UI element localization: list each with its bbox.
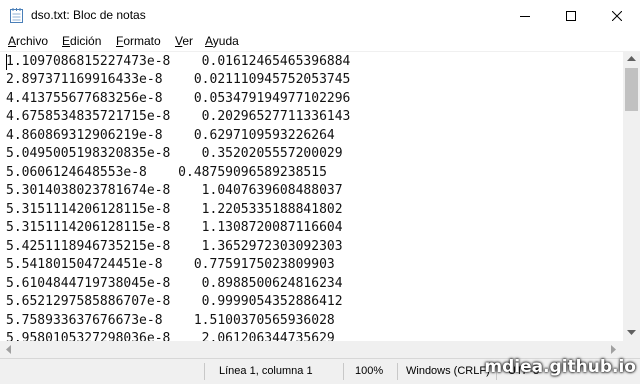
horizontal-scrollbar[interactable] bbox=[0, 341, 623, 358]
scroll-right-icon[interactable] bbox=[611, 345, 617, 354]
menu-edicion-accel: E bbox=[62, 34, 71, 48]
status-divider bbox=[343, 363, 344, 380]
menu-archivo-accel: A bbox=[8, 34, 17, 48]
text-line: 4.413755677683256e-8 0.05347919497710229… bbox=[6, 91, 351, 106]
text-editor[interactable]: 1.1097086815227473e-8 0.0161246546539688… bbox=[0, 51, 623, 342]
text-line: 4.6758534835721715e-8 0.2029652771133614… bbox=[6, 109, 351, 124]
minimize-button[interactable] bbox=[502, 0, 548, 31]
title-bar: dso.txt: Bloc de notas bbox=[0, 0, 640, 31]
menu-edicion-label: dición bbox=[70, 34, 102, 48]
menu-bar: Archivo Edición Formato Ver Ayuda bbox=[0, 31, 640, 51]
line-ending: Windows (CRLF) bbox=[406, 365, 490, 377]
text-line: 5.3014038023781674e-8 1.0407639608488037 bbox=[6, 183, 343, 198]
text-line: 5.0495005198320835e-8 0.3520205557200029 bbox=[6, 146, 343, 161]
text-line: 5.541801504724451e-8 0.7759175023809903 bbox=[6, 257, 335, 272]
status-divider bbox=[204, 363, 205, 380]
text-line: 5.758933637676673e-8 1.5100370565936028 bbox=[6, 313, 335, 328]
menu-edicion[interactable]: Edición bbox=[62, 34, 101, 48]
maximize-button[interactable] bbox=[548, 0, 594, 31]
scroll-left-icon[interactable] bbox=[6, 345, 12, 354]
menu-ayuda[interactable]: Ayuda bbox=[205, 34, 239, 48]
vertical-scrollbar[interactable] bbox=[623, 51, 640, 341]
menu-archivo-label: rchivo bbox=[16, 34, 49, 48]
menu-archivo[interactable]: Archivo bbox=[8, 34, 48, 48]
cursor-position: Línea 1, columna 1 bbox=[219, 365, 313, 377]
text-line: 2.897371169916433e-8 0.02111094575205374… bbox=[6, 72, 351, 87]
maximize-icon bbox=[566, 10, 576, 21]
text-line: 5.4251118946735215e-8 1.3652972303092303 bbox=[6, 239, 343, 254]
menu-ver[interactable]: Ver bbox=[175, 34, 193, 48]
menu-formato-label: ormato bbox=[123, 34, 161, 48]
notepad-icon bbox=[10, 8, 23, 23]
watermark: mdiea.github.io bbox=[484, 357, 636, 377]
minimize-icon bbox=[520, 15, 530, 17]
window-title: dso.txt: Bloc de notas bbox=[31, 8, 146, 22]
zoom-level: 100% bbox=[355, 365, 384, 377]
text-line: 5.6521297585886707e-8 0.9999054352886412 bbox=[6, 294, 343, 309]
menu-ayuda-accel: A bbox=[205, 34, 213, 48]
text-line: 5.6104844719738045e-8 0.8988500624816234 bbox=[6, 276, 343, 291]
close-icon bbox=[612, 10, 622, 21]
menu-ayuda-label: yuda bbox=[212, 34, 239, 48]
close-button[interactable] bbox=[594, 0, 640, 31]
scrollbar-corner bbox=[623, 341, 640, 358]
scroll-down-icon[interactable] bbox=[627, 330, 636, 336]
text-caret bbox=[6, 54, 7, 70]
text-line: 5.3151114206128115e-8 1.1308720087116604 bbox=[6, 220, 343, 235]
text-line: 4.860869312906219e-8 0.6297109593226264 bbox=[6, 128, 335, 143]
text-line: 1.1097086815227473e-8 0.0161246546539688… bbox=[6, 54, 351, 69]
scroll-up-icon[interactable] bbox=[627, 56, 636, 62]
menu-formato[interactable]: Formato bbox=[116, 34, 161, 48]
status-divider bbox=[397, 363, 398, 380]
text-line: 5.3151114206128115e-8 1.2205335188841802 bbox=[6, 202, 343, 217]
vertical-scroll-thumb[interactable] bbox=[625, 68, 638, 111]
text-line: 5.0606124648553e-8 0.48759096589238515 bbox=[6, 165, 327, 180]
menu-ver-label: er bbox=[182, 34, 194, 48]
